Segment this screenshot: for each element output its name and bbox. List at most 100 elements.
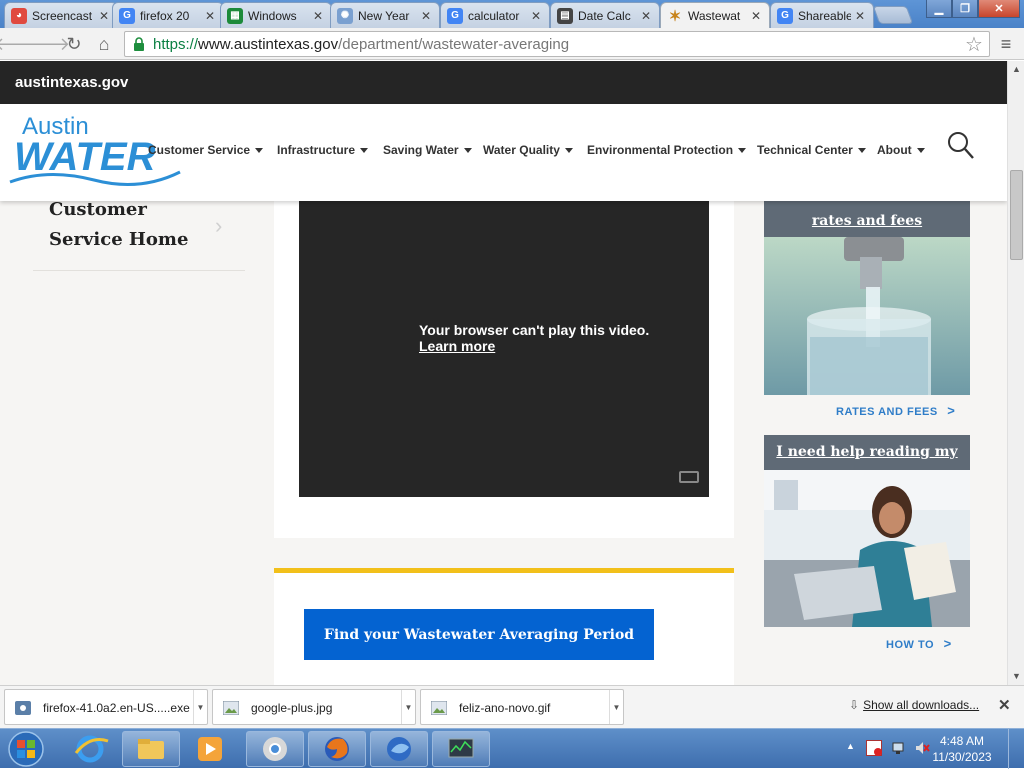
download-item[interactable]: firefox-41.0a2.en-US.....exe ▼ — [4, 689, 208, 725]
scroll-up-icon[interactable]: ▲ — [1012, 64, 1021, 74]
video-player[interactable]: Your browser can't play this video. Lear… — [299, 201, 709, 497]
calculator-icon: ▤ — [557, 7, 573, 24]
chevron-right-icon: › — [215, 213, 223, 238]
close-icon[interactable]: ✕ — [531, 9, 543, 23]
chrome-icon[interactable] — [246, 731, 304, 767]
dropdown-icon[interactable]: ▼ — [401, 690, 415, 724]
city-topbar: austintexas.gov — [0, 61, 1007, 104]
how-to-link-label: HOW TO — [886, 639, 935, 651]
customer-service-home-link[interactable]: Customer Service Home — [49, 195, 199, 255]
tab-label: Wastewat — [688, 8, 741, 23]
rates-heading-text: rates and fees — [811, 213, 923, 229]
close-icon[interactable]: ✕ — [205, 9, 217, 23]
nav-environmental-protection[interactable]: Environmental Protection — [587, 143, 747, 157]
network-icon[interactable] — [891, 740, 907, 756]
show-hidden-icons[interactable]: ▲ — [846, 741, 855, 751]
close-shelf-icon[interactable]: ✕ — [998, 696, 1011, 714]
home-button[interactable]: ⌂ — [92, 32, 116, 56]
help-reading-bill-heading[interactable]: I need help reading my bill — [764, 435, 970, 495]
close-icon[interactable]: ✕ — [313, 9, 325, 23]
find-averaging-period-button[interactable]: Find your Wastewater Averaging Period — [304, 609, 654, 660]
tab-shareable[interactable]: G Shareable ✕ — [770, 2, 874, 28]
nav-infrastructure[interactable]: Infrastructure — [277, 143, 369, 157]
tab-new-year[interactable]: ✺ New Year ✕ — [330, 2, 440, 28]
browser-toolbar: 🡐 🡒 ↻ ⌂ https://www.austintexas.gov/depa… — [0, 28, 1024, 60]
start-button[interactable] — [4, 730, 48, 768]
tab-calculator[interactable]: G calculator ✕ — [440, 2, 550, 28]
download-item[interactable]: feliz-ano-novo.gif ▼ — [420, 689, 624, 725]
city-site-link[interactable]: austintexas.gov — [15, 74, 128, 91]
tab-date-calc[interactable]: ▤ Date Calc ✕ — [550, 2, 660, 28]
show-desktop-button[interactable] — [1008, 729, 1024, 769]
browser-tab-strip: ◕ Screencast ✕ G firefox 20 ✕ ▦ Windows … — [0, 0, 1024, 28]
tab-screencast[interactable]: ◕ Screencast ✕ — [4, 2, 118, 28]
bookmark-star-icon[interactable]: ☆ — [962, 32, 986, 56]
thunderbird-icon[interactable] — [370, 731, 428, 767]
maximize-button[interactable]: ❐ — [952, 0, 978, 18]
nav-saving-water[interactable]: Saving Water — [383, 143, 472, 157]
tab-label: New Year — [358, 8, 410, 23]
menu-icon[interactable]: ≡ — [994, 32, 1018, 56]
download-shelf: firefox-41.0a2.en-US.....exe ▼ google-pl… — [0, 685, 1024, 728]
close-icon[interactable]: ✕ — [751, 9, 763, 23]
nav-customer-service[interactable]: Customer Service — [148, 143, 264, 157]
tab-label: Date Calc — [578, 8, 631, 23]
chevron-right-icon: > — [947, 403, 956, 418]
scroll-down-icon[interactable]: ▼ — [1012, 671, 1021, 681]
download-filename: firefox-41.0a2.en-US.....exe — [43, 701, 190, 715]
how-to-link[interactable]: HOW TO > — [886, 636, 952, 651]
reload-button[interactable]: ↻ — [62, 32, 86, 56]
nav-water-quality[interactable]: Water Quality — [483, 143, 573, 157]
new-tab-button[interactable] — [872, 6, 914, 24]
site-header: Austin WATER Customer Service Infrastruc… — [0, 104, 1007, 201]
minimize-button[interactable]: ▁ — [926, 0, 952, 18]
action-center-icon[interactable] — [866, 740, 882, 756]
google-icon: G — [777, 7, 793, 24]
address-bar[interactable]: https://www.austintexas.gov/department/w… — [124, 31, 990, 57]
page-scrollbar[interactable]: ▲ ▼ — [1007, 61, 1024, 685]
media-player-icon[interactable] — [186, 733, 234, 765]
search-icon[interactable] — [947, 131, 975, 161]
tab-firefox[interactable]: G firefox 20 ✕ — [112, 2, 224, 28]
file-explorer-icon[interactable] — [122, 731, 180, 767]
show-all-downloads-link[interactable]: ⇩ Show all downloads... — [849, 698, 979, 712]
close-icon[interactable]: ✕ — [855, 9, 867, 23]
learn-more-link[interactable]: Learn more — [419, 338, 495, 354]
window-close-button[interactable]: ✕ — [978, 0, 1020, 18]
left-nav[interactable]: Customer Service Home › — [33, 191, 245, 271]
download-filename: feliz-ano-novo.gif — [459, 701, 551, 715]
nav-technical-center[interactable]: Technical Center — [757, 143, 866, 157]
rates-and-fees-link[interactable]: RATES AND FEES > — [836, 403, 955, 418]
volume-muted-icon[interactable] — [914, 740, 930, 756]
dropdown-icon[interactable]: ▼ — [609, 690, 623, 724]
google-icon: G — [119, 7, 135, 24]
windows-taskbar: ▲ 4:48 AM 11/30/2023 — [0, 728, 1024, 769]
video-error-text: Your browser can't play this video. — [419, 322, 650, 338]
close-icon[interactable]: ✕ — [641, 9, 653, 23]
video-error-message: Your browser can't play this video. Lear… — [419, 322, 649, 354]
internet-explorer-icon[interactable] — [66, 733, 114, 765]
forward-button[interactable]: 🡒 — [22, 32, 70, 56]
cast-icon[interactable] — [679, 471, 699, 483]
tab-windows[interactable]: ▦ Windows ✕ — [220, 2, 332, 28]
url-scheme: https:// — [153, 35, 199, 53]
dropdown-icon[interactable]: ▼ — [193, 690, 207, 724]
lock-icon — [134, 37, 144, 51]
image-file-icon — [223, 701, 239, 715]
task-manager-icon[interactable] — [432, 731, 490, 767]
party-icon: ✺ — [337, 7, 353, 24]
download-item[interactable]: google-plus.jpg ▼ — [212, 689, 416, 725]
scroll-thumb[interactable] — [1010, 170, 1023, 260]
tab-wastewater[interactable]: ✶ Wastewat ✕ — [660, 2, 770, 28]
system-clock[interactable]: 4:48 AM 11/30/2023 — [932, 733, 992, 765]
close-icon[interactable]: ✕ — [99, 9, 111, 23]
close-icon[interactable]: ✕ — [421, 9, 433, 23]
screencast-icon: ◕ — [11, 7, 27, 24]
firefox-icon[interactable] — [308, 731, 366, 767]
chevron-right-icon: > — [943, 636, 952, 651]
tab-label: calculator — [468, 8, 520, 23]
url-path: /department/wastewater-averaging — [338, 35, 570, 53]
nav-about[interactable]: About — [877, 143, 925, 157]
google-icon: G — [447, 7, 463, 24]
image-file-icon — [431, 701, 447, 715]
